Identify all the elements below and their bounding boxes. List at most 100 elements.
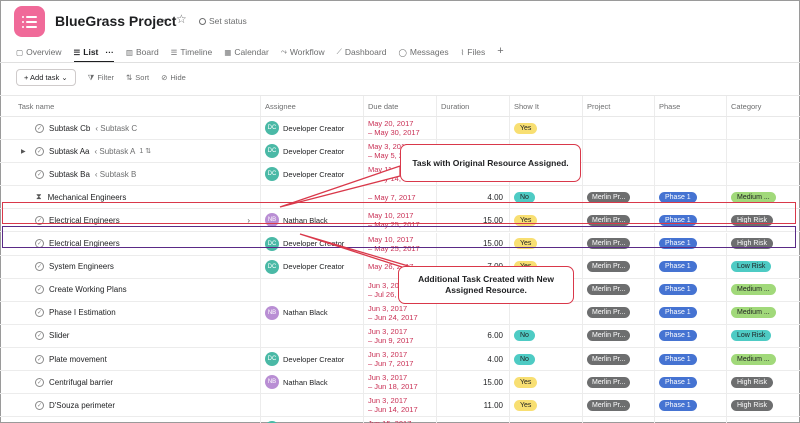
phase-cell[interactable]: Phase 1 <box>655 348 727 370</box>
task-name[interactable]: Slider <box>49 331 69 340</box>
task-name[interactable]: Mechanical Engineers <box>48 193 127 202</box>
category-cell[interactable] <box>727 163 800 185</box>
chevron-down-icon[interactable]: ⌄ <box>160 13 168 24</box>
table-row[interactable]: ✓ D'Souza perimeter Jun 3, 2017– Jun 14, 2… <box>0 394 800 418</box>
task-name-cell[interactable]: ✓ Centrifugal barrier <box>13 371 261 394</box>
project-cell[interactable] <box>583 163 655 186</box>
parent-task-link[interactable]: ‹ Subtask B <box>95 170 136 179</box>
due-date-cell[interactable]: Jun 3, 2017– Jun 14, 2017 <box>364 394 437 417</box>
project-cell[interactable] <box>583 140 655 163</box>
column-header[interactable]: Show It <box>510 96 583 116</box>
table-row[interactable]: ✓ Phase I Estimation NB Nathan Black Jun 3, … <box>0 301 800 325</box>
phase-cell[interactable]: Phase 1 <box>655 417 727 423</box>
tab-calendar[interactable]: ▦ Calendar <box>224 47 269 57</box>
complete-check-icon[interactable]: ✓ <box>35 331 44 341</box>
task-name-cell[interactable]: ✓ System Engineers <box>13 255 261 278</box>
tab-files[interactable]: ⌇ Files <box>461 47 486 57</box>
complete-check-icon[interactable]: ✓ <box>35 377 44 387</box>
phase-cell[interactable]: Phase 1 <box>655 301 727 324</box>
task-name-cell[interactable]: ▶ ✓ Subtask Aa ‹ Subtask A 1 ⇅ <box>13 140 261 163</box>
category-cell[interactable]: Medium ... <box>727 348 800 370</box>
show-it-cell[interactable]: Yes <box>510 394 583 417</box>
task-name[interactable]: Plate movement <box>49 355 107 364</box>
project-cell[interactable]: Merlin Pr... <box>583 394 655 417</box>
tab-messages[interactable]: ◯ Messages <box>398 47 448 57</box>
complete-check-icon[interactable]: ✓ <box>35 123 44 133</box>
category-cell[interactable]: High Risk <box>727 394 800 416</box>
task-name-cell[interactable]: ✓O-Ring assembly <box>13 417 261 423</box>
subtask-count[interactable]: 1 ⇅ <box>139 147 151 155</box>
parent-task-link[interactable]: ‹ Subtask C <box>95 124 137 133</box>
duration-cell[interactable] <box>437 301 510 324</box>
project-cell[interactable] <box>583 117 655 139</box>
phase-cell[interactable] <box>655 163 727 186</box>
column-header[interactable]: Assignee <box>261 96 364 116</box>
sort-button[interactable]: ⇅ Sort <box>126 73 149 82</box>
assignee-cell[interactable]: DC Developer Creator <box>261 348 364 370</box>
due-date-cell[interactable]: Jun 3, 2017– Jun 24, 2017 <box>364 301 437 324</box>
show-it-cell[interactable]: No <box>510 417 583 423</box>
duration-cell[interactable]: 4.00 <box>437 348 510 370</box>
complete-check-icon[interactable]: ✓ <box>35 262 44 272</box>
table-row[interactable]: ✓O-Ring assemblyDCDeveloper Creator Jun 1… <box>0 417 800 423</box>
phase-cell[interactable]: Phase 1 <box>655 324 727 347</box>
show-it-cell[interactable]: No <box>510 324 583 347</box>
tab-list[interactable]: ☰ List ··· <box>73 47 115 63</box>
task-name[interactable]: Subtask Ba <box>49 170 90 179</box>
task-name[interactable]: System Engineers <box>49 262 114 271</box>
column-header[interactable]: Phase <box>655 96 727 116</box>
show-it-cell[interactable] <box>510 301 583 324</box>
project-cell[interactable]: Merlin Pr... <box>583 348 655 370</box>
project-cell[interactable]: Merlin Pr... <box>583 417 655 423</box>
phase-cell[interactable] <box>655 140 727 163</box>
category-cell[interactable] <box>727 140 800 162</box>
project-cell[interactable]: Merlin Pr... <box>583 301 655 324</box>
task-name[interactable]: Centrifugal barrier <box>49 378 113 387</box>
tab-overview[interactable]: ▢ Overview <box>16 47 62 57</box>
hide-button[interactable]: ⊘ Hide <box>161 73 186 82</box>
tab-dashboard[interactable]: ⟋ Dashboard <box>337 47 387 57</box>
filter-button[interactable]: ⧩ Filter <box>88 73 114 83</box>
assignee-cell[interactable] <box>261 278 364 301</box>
task-name-cell[interactable]: ✓ Slider <box>13 324 261 347</box>
phase-cell[interactable]: Phase 1 <box>655 394 727 417</box>
expand-arrow-icon[interactable]: ▶ <box>21 148 26 155</box>
assignee-cell[interactable] <box>261 394 364 417</box>
category-cell[interactable]: High Risk <box>727 371 800 393</box>
table-row[interactable]: ✓ Centrifugal barrier NB Nathan Black Jun 3,… <box>0 371 800 395</box>
project-cell[interactable]: Merlin Pr... <box>583 371 655 394</box>
category-cell[interactable]: Low Risk <box>727 325 800 347</box>
task-name[interactable]: Phase I Estimation <box>49 308 116 317</box>
set-status-button[interactable]: Set status <box>199 16 247 26</box>
category-cell[interactable]: Medium ... <box>727 279 800 301</box>
complete-check-icon[interactable]: ✓ <box>35 354 44 364</box>
task-name-cell[interactable]: ✓ Subtask Cb ‹ Subtask C <box>13 117 261 139</box>
show-it-cell[interactable]: Yes <box>510 371 583 394</box>
duration-cell[interactable]: 6.00 <box>437 324 510 347</box>
project-cell[interactable]: Merlin Pr... <box>583 324 655 347</box>
task-name[interactable]: D'Souza perimeter <box>49 401 115 410</box>
tab-workflow[interactable]: ⤳ Workflow <box>281 47 325 57</box>
assignee-cell[interactable]: DC Developer Creator <box>261 117 364 139</box>
category-cell[interactable]: Medium ... <box>727 417 800 423</box>
task-name-cell[interactable]: ✓ Subtask Ba ‹ Subtask B <box>13 163 261 186</box>
task-name-cell[interactable]: ✓ Plate movement <box>13 348 261 370</box>
task-name-cell[interactable]: ✓ Create Working Plans <box>13 278 261 301</box>
due-date-cell[interactable]: Jun 3, 2017– Jun 7, 2017 <box>364 348 437 370</box>
due-date-cell[interactable]: Jun 3, 2017– Jun 9, 2017 <box>364 324 437 347</box>
phase-cell[interactable]: Phase 1 <box>655 255 727 278</box>
duration-cell[interactable] <box>437 117 510 139</box>
column-header[interactable]: Due date <box>364 96 437 116</box>
task-name-cell[interactable]: ✓ Phase I Estimation <box>13 301 261 324</box>
complete-check-icon[interactable]: ✓ <box>35 285 44 295</box>
assignee-cell[interactable]: DC Developer Creator <box>261 255 364 278</box>
column-header[interactable]: Category <box>727 96 800 116</box>
add-tab-icon[interactable]: + <box>497 45 503 57</box>
more-icon[interactable]: ··· <box>105 47 114 57</box>
show-it-cell[interactable]: No <box>510 348 583 370</box>
category-cell[interactable]: Low Risk <box>727 256 800 278</box>
show-it-cell[interactable]: Yes <box>510 117 583 139</box>
tab-board[interactable]: ▥ Board <box>126 47 159 57</box>
complete-check-icon[interactable]: ✓ <box>35 169 44 179</box>
assignee-cell[interactable]: DC Developer Creator <box>261 140 364 163</box>
